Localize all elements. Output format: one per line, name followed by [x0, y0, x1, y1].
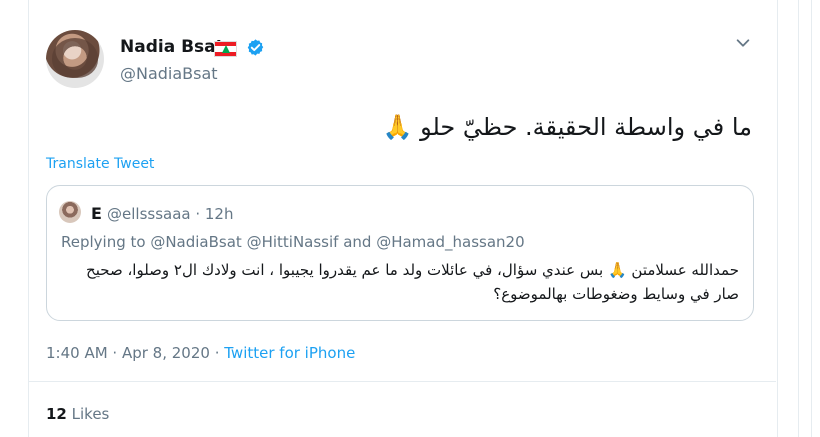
chevron-down-icon[interactable] [734, 34, 752, 52]
timestamp[interactable]: 1:40 AM · Apr 8, 2020 · [46, 344, 224, 362]
translate-tweet-link[interactable]: Translate Tweet [46, 156, 154, 172]
quoted-author-name: E [91, 204, 102, 223]
likes-label: Likes [66, 405, 110, 423]
likes-count: 12 [46, 405, 67, 423]
quoted-tweet-text: حمدالله عسلامتن 🙏 بس عندي سؤال، في عائلا… [69, 258, 739, 306]
quoted-handle-time: @ellsssaaa · 12h [107, 205, 234, 223]
right-column [798, 0, 820, 437]
timestamp-line: 1:40 AM · Apr 8, 2020 · Twitter for iPho… [46, 344, 355, 362]
quoted-text-line-2: صار في وسايط وضغوطات بهالموضوع؟ [493, 285, 739, 303]
likes-summary[interactable]: 12 Likes [46, 405, 109, 423]
quoted-tweet[interactable]: E @ellsssaaa · 12h Replying to @NadiaBsa… [46, 185, 754, 321]
author-avatar[interactable] [46, 30, 104, 88]
verified-badge-icon [247, 39, 264, 56]
quoted-reply-line: Replying to @NadiaBsat @HittiNassif and … [61, 233, 525, 251]
tweet-text: ما في واسطة الحقيقة. حظيّ حلو 🙏 [382, 113, 752, 141]
author-handle[interactable]: @NadiaBsat [120, 64, 218, 83]
divider [28, 381, 776, 382]
avatar-hair-shape [52, 38, 98, 78]
column-divider-line [811, 0, 812, 437]
quoted-text-line-1: حمدالله عسلامتن 🙏 بس عندي سؤال، في عائلا… [86, 261, 739, 279]
source-link[interactable]: Twitter for iPhone [224, 344, 355, 362]
quoted-author-avatar [59, 201, 81, 223]
author-display-name[interactable]: Nadia Bsat [120, 37, 224, 57]
lebanon-flag-icon [214, 41, 237, 57]
